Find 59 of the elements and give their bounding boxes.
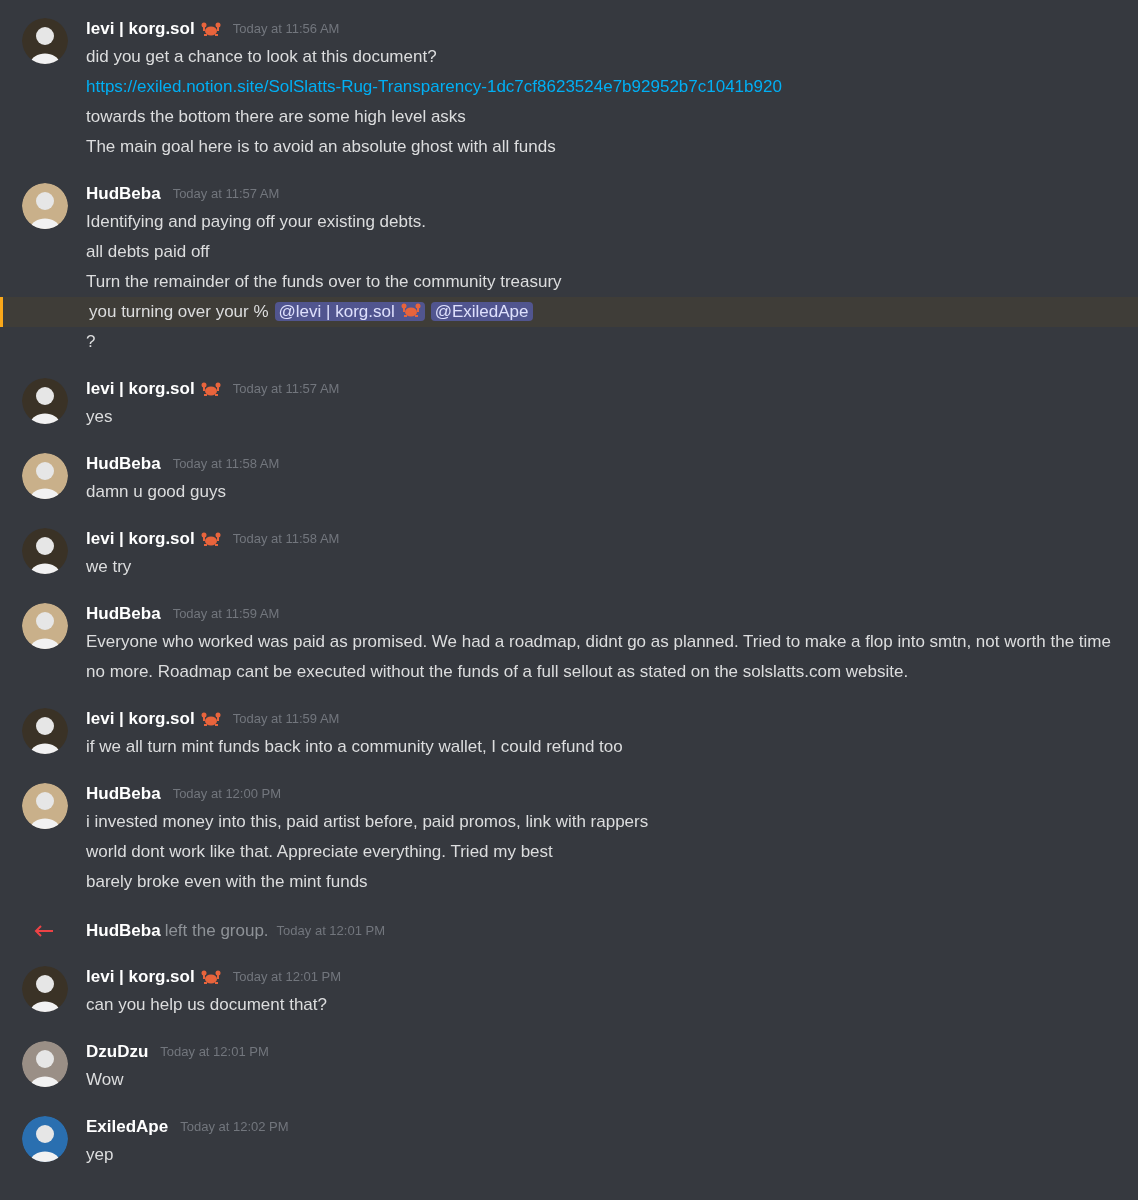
message-text: Turn the remainder of the funds over to the community treasury [86,272,562,291]
avatar[interactable] [22,183,68,229]
message-text: all debts paid off [86,242,210,261]
author-name[interactable]: HudBeba [86,601,161,627]
timestamp: Today at 11:57 AM [172,185,280,203]
avatar[interactable] [22,708,68,754]
author-name[interactable]: DzuDzu [86,1039,149,1065]
timestamp: Today at 12:01 PM [232,968,342,986]
timestamp: Today at 11:58 AM [172,455,280,473]
author-name[interactable]: levi | korg.sol [86,964,195,990]
avatar[interactable] [22,18,68,64]
author-name[interactable]: HudBeba [86,918,161,944]
message-text: we try [86,557,132,576]
user-mention[interactable]: @levi | korg.sol [274,302,425,321]
message-text: Wow [86,1070,124,1089]
message-text: The main goal here is to avoid an absolute ghost with all funds [86,137,556,156]
avatar[interactable] [22,966,68,1012]
message-text: towards the bottom there are some high level asks [86,107,466,126]
message-text: did you get a chance to look at this document? [86,47,437,66]
author-name[interactable]: HudBeba [86,781,161,807]
avatar[interactable] [22,603,68,649]
message-text: ? [86,332,96,351]
avatar[interactable] [22,1041,68,1087]
avatar[interactable] [22,783,68,829]
avatar[interactable] [22,378,68,424]
timestamp: Today at 11:57 AM [232,380,340,398]
timestamp: Today at 11:59 AM [172,605,280,623]
author-name[interactable]: levi | korg.sol [86,526,195,552]
message-text: i invested money into this, paid artist before, paid promos, link with rappers [86,812,649,831]
author-name[interactable]: HudBeba [86,451,161,477]
timestamp: Today at 12:01 PM [160,1043,269,1061]
timestamp: Today at 12:01 PM [276,922,385,941]
timestamp: Today at 11:56 AM [232,20,340,38]
message-text: if we all turn mint funds back into a community wallet, I could refund too [86,737,623,756]
message-text: you turning over your % [89,302,269,321]
message-text: yep [86,1145,114,1164]
timestamp: Today at 11:58 AM [232,530,340,548]
timestamp: Today at 11:59 AM [232,710,340,728]
message-text: Everyone who worked was paid as promised. We had a roadmap, didnt go as planned. Tried to make a flop into smtn, not worth the time no more. Roadmap cant be executed without the funds of a full sellout as stated on the solslatts.com website. [86,632,1111,681]
document-link[interactable]: https://exiled.notion.site/SolSlatts-Rug-Transparency-1dc7cf8623524e7b92952b7c1041b920 [86,77,782,96]
author-name[interactable]: levi | korg.sol [86,376,195,402]
message-text: barely broke even with the mint funds [86,872,368,891]
message-text: yes [86,407,113,426]
author-name[interactable]: levi | korg.sol [86,16,195,42]
message-text: world dont work like that. Appreciate everything. Tried my best [86,842,553,861]
author-name[interactable]: HudBeba [86,181,161,207]
message-text: damn u good guys [86,482,226,501]
avatar[interactable] [22,528,68,574]
author-name[interactable]: levi | korg.sol [86,706,195,732]
user-mention[interactable]: @ExiledApe [430,302,533,321]
left-arrow-icon [34,925,54,937]
system-message: left the group. [164,920,269,943]
timestamp: Today at 12:00 PM [172,785,282,803]
avatar[interactable] [22,453,68,499]
author-name[interactable]: ExiledApe [86,1114,169,1140]
message-text: Identifying and paying off your existing debts. [86,212,426,231]
timestamp: Today at 12:02 PM [180,1118,289,1136]
message-text: can you help us document that? [86,995,327,1014]
avatar[interactable] [22,1116,68,1162]
